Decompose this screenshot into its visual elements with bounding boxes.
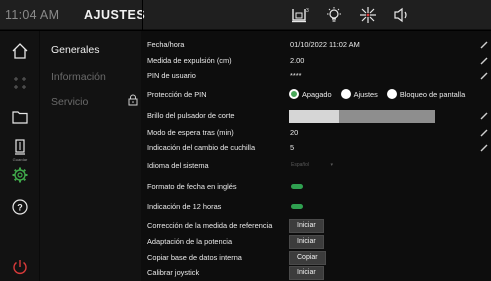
setting-row-pin: PIN de usuario **** xyxy=(141,68,491,85)
folder-icon[interactable] xyxy=(0,107,40,127)
radio-apagado[interactable] xyxy=(289,89,299,99)
menu-item-generales[interactable]: Generales xyxy=(51,44,99,56)
setting-row-joystick: Calibrar joystick Iniciar xyxy=(141,265,491,281)
doce-label: Indicación de 12 horas xyxy=(147,202,222,211)
setting-row-correccion: Corrección de la medida de referencia In… xyxy=(141,218,491,235)
correccion-start-button[interactable]: Iniciar xyxy=(289,219,324,233)
setting-row-idioma: Idioma del sistema Español ▾ xyxy=(141,158,491,175)
edit-pencil-icon[interactable] xyxy=(479,55,489,65)
radio-apagado-label[interactable]: Apagado xyxy=(302,90,332,99)
copiar-button[interactable]: Copiar xyxy=(289,251,326,265)
help-icon[interactable]: ? xyxy=(0,197,40,217)
espera-value: 20 xyxy=(290,128,299,137)
home-icon[interactable] xyxy=(0,41,40,61)
gear-icon[interactable] xyxy=(0,165,40,185)
expulsion-value: 2.00 xyxy=(290,56,305,65)
radio-bloqueo[interactable] xyxy=(386,89,397,99)
pin-label: PIN de usuario xyxy=(147,71,196,80)
proteccion-label: Protección de PIN xyxy=(147,90,207,99)
setting-row-potencia: Adaptación de la potencia Iniciar xyxy=(141,234,491,251)
usb-storage-icon[interactable]: 3 xyxy=(290,5,310,25)
fecha-label: Fecha/hora xyxy=(147,40,185,49)
idioma-dropdown[interactable]: Español ▾ xyxy=(291,162,333,168)
grid-icon[interactable] xyxy=(0,73,40,93)
cuchilla-value: 5 xyxy=(290,143,295,152)
machine-label: Guardar xyxy=(12,157,28,162)
clock: 11:04 AM xyxy=(5,8,60,22)
setting-row-cuchilla: Indicación del cambio de cuchilla 5 xyxy=(141,140,491,157)
top-bar: 11:04 AM AJUSTES 3 xyxy=(0,0,491,30)
settings-content: Fecha/hora 01/10/2022 11:02 AM Medida de… xyxy=(141,31,491,281)
pin-value: **** xyxy=(290,71,302,80)
fecha-value: 01/10/2022 11:02 AM xyxy=(290,40,360,49)
espera-label: Modo de espera tras (min) xyxy=(147,128,234,137)
formato-toggle[interactable] xyxy=(291,184,303,189)
brillo-label: Brillo del pulsador de corte xyxy=(147,111,235,120)
menu-item-informacion[interactable]: Información xyxy=(51,71,106,83)
correccion-label: Corrección de la medida de referencia xyxy=(147,221,273,230)
idioma-value: Español xyxy=(291,162,310,168)
formato-label: Formato de fecha en inglés xyxy=(147,182,237,191)
menu-item-servicio[interactable]: Servicio xyxy=(51,96,88,108)
brillo-slider[interactable] xyxy=(289,110,435,123)
setting-row-fecha: Fecha/hora 01/10/2022 11:02 AM xyxy=(141,37,491,54)
copiar-label: Copiar base de datos interna xyxy=(147,253,242,262)
edit-pencil-icon[interactable] xyxy=(479,39,489,49)
cuchilla-label: Indicación del cambio de cuchilla xyxy=(147,143,256,152)
doce-toggle[interactable] xyxy=(291,204,303,209)
power-icon[interactable] xyxy=(0,257,40,277)
edit-pencil-icon[interactable] xyxy=(479,142,489,152)
top-icon-group: 3 xyxy=(290,4,426,26)
brillo-slider-fill xyxy=(289,110,339,123)
potencia-label: Adaptación de la potencia xyxy=(147,237,233,246)
left-rail: Guardar ? xyxy=(0,31,40,281)
edit-pencil-icon[interactable] xyxy=(479,127,489,137)
edit-pencil-icon[interactable] xyxy=(479,110,489,120)
speaker-icon[interactable] xyxy=(392,5,412,25)
joystick-start-button[interactable]: Iniciar xyxy=(289,266,324,280)
svg-text:?: ? xyxy=(17,203,23,213)
brightness-icon[interactable] xyxy=(358,5,378,25)
svg-text:3: 3 xyxy=(306,8,309,14)
radio-bloqueo-label[interactable]: Bloqueo de pantalla xyxy=(400,90,465,99)
expulsion-label: Medida de expulsión (cm) xyxy=(147,56,232,65)
radio-ajustes[interactable] xyxy=(340,89,351,99)
light-bulb-icon[interactable] xyxy=(324,5,344,25)
top-bar-divider xyxy=(142,0,143,30)
radio-ajustes-label[interactable]: Ajustes xyxy=(354,90,378,99)
edit-pencil-icon[interactable] xyxy=(479,70,489,80)
lock-icon xyxy=(128,94,138,106)
setting-row-formato: Formato de fecha en inglés xyxy=(141,179,491,196)
setting-row-doce-horas: Indicación de 12 horas xyxy=(141,199,491,216)
potencia-start-button[interactable]: Iniciar xyxy=(289,235,324,249)
chevron-down-icon: ▾ xyxy=(330,162,333,168)
page-title: AJUSTES xyxy=(84,8,146,22)
idioma-label: Idioma del sistema xyxy=(147,161,209,170)
joystick-label: Calibrar joystick xyxy=(147,268,200,277)
settings-menu: Generales Información Servicio xyxy=(40,31,141,281)
proteccion-radio-group: Apagado Ajustes Bloqueo de pantalla xyxy=(289,89,474,99)
setting-row-proteccion: Protección de PIN Apagado Ajustes Bloque… xyxy=(141,87,491,104)
machine-icon[interactable] xyxy=(0,137,40,157)
setting-row-brillo: Brillo del pulsador de corte xyxy=(141,108,491,125)
